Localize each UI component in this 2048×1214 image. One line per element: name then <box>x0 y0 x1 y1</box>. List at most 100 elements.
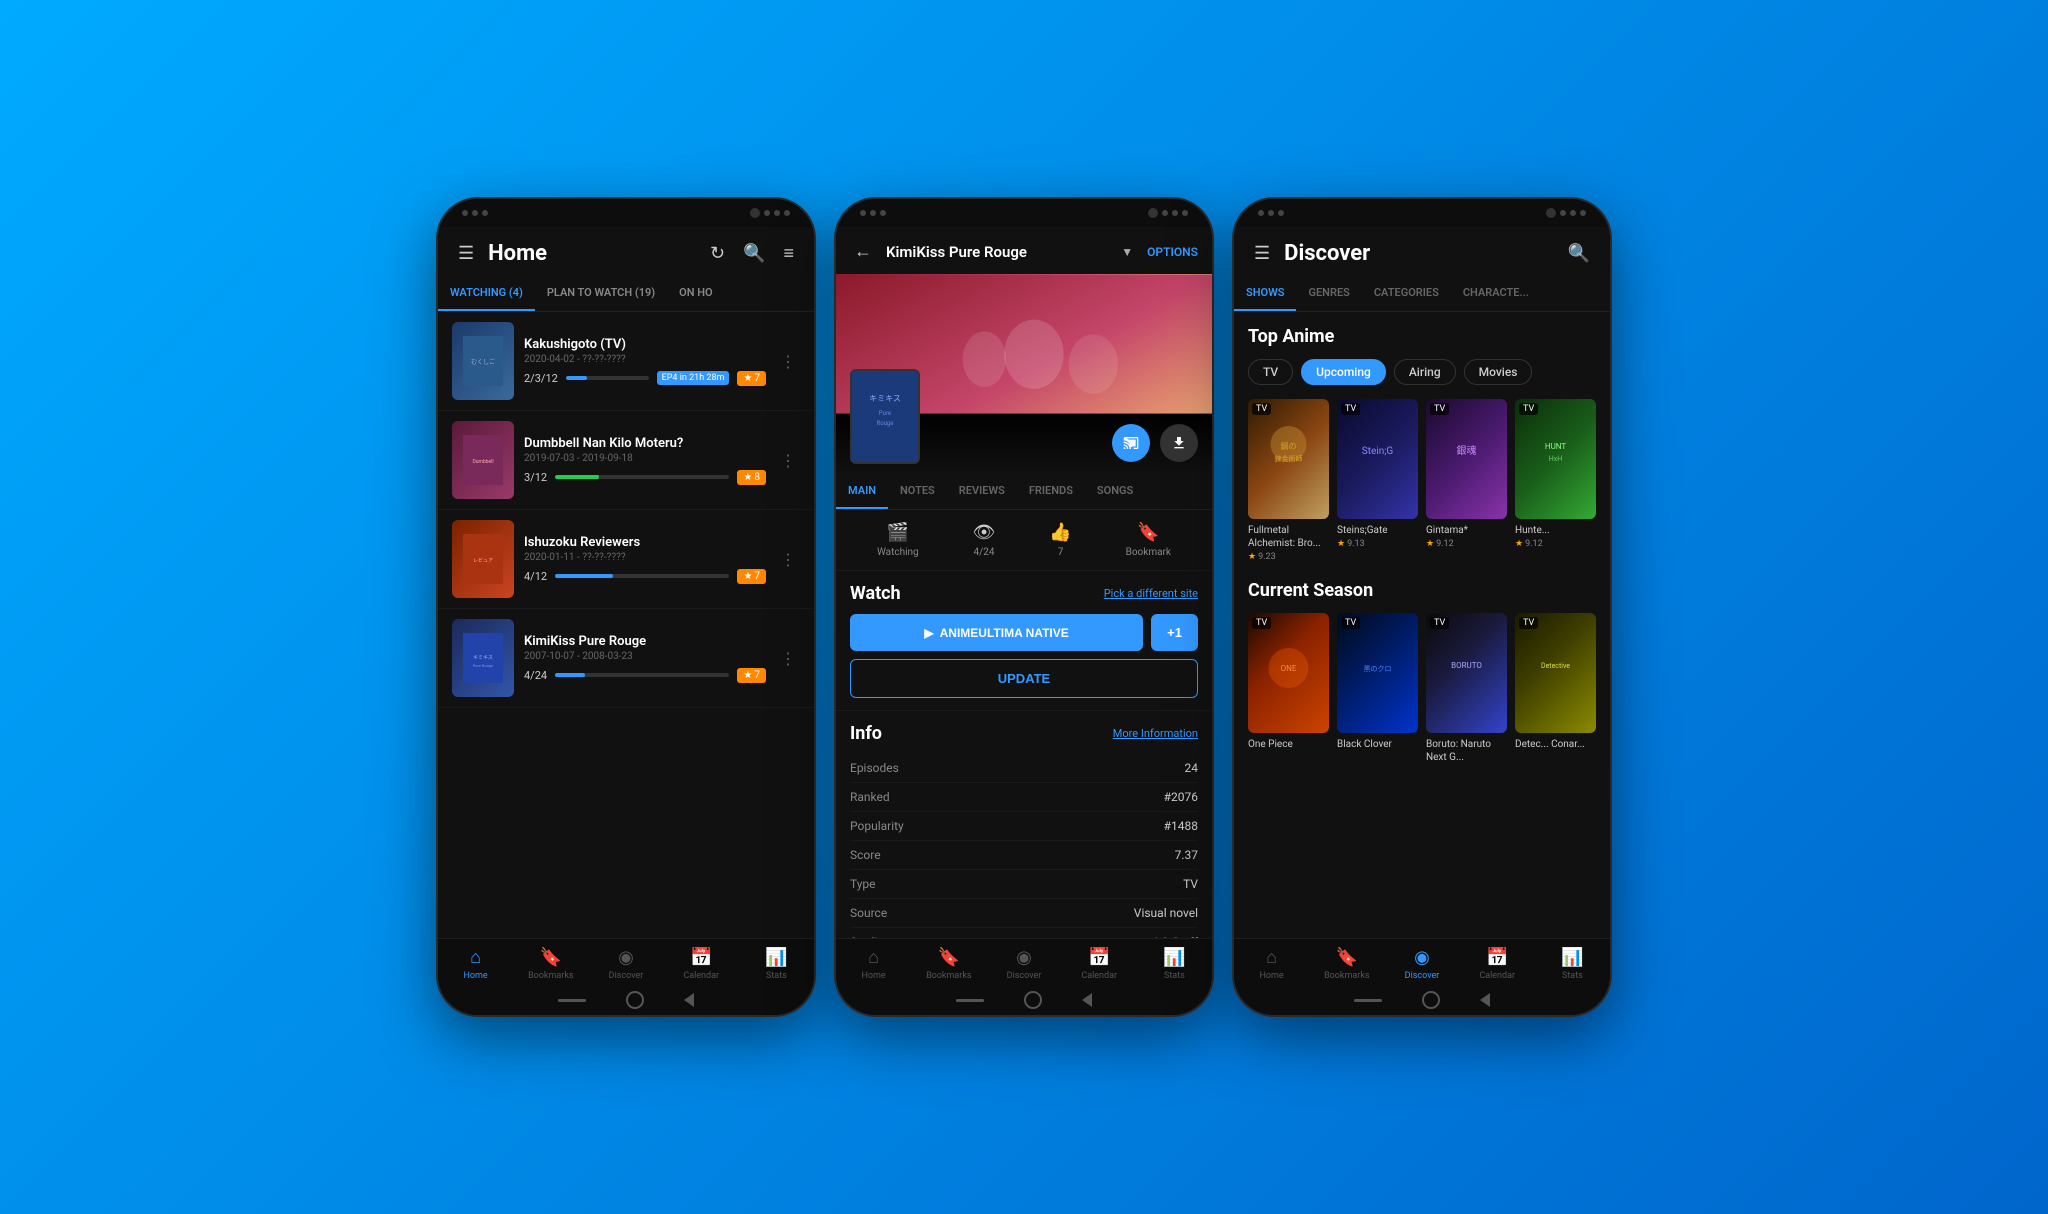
anime-card-boruto[interactable]: TV BORUTO Boruto: Naruto Next G... <box>1426 613 1507 766</box>
watch-plus-button[interactable]: +1 <box>1151 614 1198 651</box>
back-button[interactable] <box>684 993 694 1007</box>
tab-watching[interactable]: WATCHING (4) <box>438 276 535 311</box>
more-options-icon[interactable]: ⋮ <box>776 645 800 672</box>
card-image-hunter: TV HUNT HxH <box>1515 399 1596 519</box>
detective-svg: Detective <box>1515 613 1596 733</box>
tv-badge: TV <box>1252 617 1271 629</box>
dropdown-icon[interactable]: ▼ <box>1117 241 1137 263</box>
list-item[interactable]: むくしご Kakushigoto (TV) 2020-04-02 - ??-??… <box>438 312 814 411</box>
nav-home[interactable]: ⌂ Home <box>836 947 911 981</box>
tab-categories[interactable]: CATEGORIES <box>1362 276 1451 311</box>
info-key: Ranked <box>850 790 890 804</box>
discover-bottom-nav: ⌂ Home 🔖 Bookmarks ◉ Discover 📅 Calendar… <box>1234 938 1610 985</box>
tab-main[interactable]: MAIN <box>836 474 888 509</box>
tab-notes[interactable]: NOTES <box>888 474 947 509</box>
nav-discover[interactable]: ◉ Discover <box>986 947 1061 981</box>
notch-dot <box>860 210 866 216</box>
pick-site-link[interactable]: Pick a different site <box>1104 587 1198 600</box>
more-options-icon[interactable]: ⋮ <box>776 447 800 474</box>
search-icon[interactable]: 🔍 <box>739 239 769 268</box>
phone-bottom-bar <box>836 985 1212 1015</box>
cast-button[interactable] <box>1112 424 1150 462</box>
anime-card-fma[interactable]: TV 鋼の 錬金術師 Fullmetal Alchemist: Bro... ★ <box>1248 399 1329 562</box>
home-button[interactable] <box>626 991 644 1009</box>
card-title-hunter: Hunte... <box>1515 524 1596 537</box>
nav-bookmarks-label: Bookmarks <box>528 971 573 981</box>
hamburger-icon[interactable]: ☰ <box>1250 239 1274 268</box>
top-anime-title: Top Anime <box>1248 326 1596 347</box>
tab-on-hold[interactable]: ON HO <box>667 276 724 311</box>
progress-bar-bg <box>555 475 729 479</box>
notch-dot <box>1570 210 1576 216</box>
home-button[interactable] <box>1024 991 1042 1009</box>
tab-reviews[interactable]: REVIEWS <box>947 474 1017 509</box>
chip-upcoming[interactable]: Upcoming <box>1301 359 1386 385</box>
nav-bookmarks[interactable]: 🔖 Bookmarks <box>911 947 986 981</box>
discover-tabs: SHOWS GENRES CATEGORIES CHARACTE... <box>1234 276 1610 312</box>
bottom-line-indicator <box>956 999 984 1002</box>
tab-shows[interactable]: SHOWS <box>1234 276 1296 311</box>
nav-stats[interactable]: 📊 Stats <box>1137 947 1212 981</box>
fma-svg: 鋼の 錬金術師 <box>1248 399 1329 519</box>
nav-discover[interactable]: ◉ Discover <box>588 947 663 981</box>
anime-card-detective[interactable]: TV Detective Detec... Conar... <box>1515 613 1596 766</box>
nav-stats[interactable]: 📊 Stats <box>739 947 814 981</box>
chip-movies[interactable]: Movies <box>1464 359 1533 385</box>
back-icon[interactable]: ← <box>850 237 876 266</box>
bookmark-icon: 🔖 <box>1137 522 1159 543</box>
nav-discover[interactable]: ◉ Discover <box>1384 947 1459 981</box>
notch-dot <box>482 210 488 216</box>
nav-home[interactable]: ⌂ Home <box>1234 947 1309 981</box>
score-badge: ★ 7 <box>737 668 766 683</box>
tab-genres[interactable]: GENRES <box>1296 276 1361 311</box>
nav-bookmarks[interactable]: 🔖 Bookmarks <box>1309 947 1384 981</box>
anime-card-onepiece[interactable]: TV ONE One Piece <box>1248 613 1329 766</box>
nav-calendar[interactable]: 📅 Calendar <box>1062 947 1137 981</box>
filter-icon[interactable]: ≡ <box>779 239 798 268</box>
list-item[interactable]: キミキスPure Rouge KimiKiss Pure Rouge 2007-… <box>438 609 814 708</box>
nav-stats[interactable]: 📊 Stats <box>1535 947 1610 981</box>
anime-card-blackclover[interactable]: TV 黒のクロ Black Clover <box>1337 613 1418 766</box>
anime-dates: 2020-04-02 - ??-??-???? <box>524 354 766 365</box>
refresh-icon[interactable]: ↻ <box>706 239 729 268</box>
tab-characters[interactable]: CHARACTE... <box>1451 276 1541 311</box>
nav-calendar[interactable]: 📅 Calendar <box>664 947 739 981</box>
anime-thumb-dumbbell: Dumbbell <box>452 421 514 499</box>
info-val: 24 <box>1185 761 1199 775</box>
search-icon[interactable]: 🔍 <box>1564 239 1594 268</box>
back-button[interactable] <box>1082 993 1092 1007</box>
info-key: Type <box>850 877 876 891</box>
tab-friends[interactable]: FRIENDS <box>1017 474 1085 509</box>
back-button[interactable] <box>1480 993 1490 1007</box>
chip-tv[interactable]: TV <box>1248 359 1293 385</box>
list-item[interactable]: レビュア Ishuzoku Reviewers 2020-01-11 - ??-… <box>438 510 814 609</box>
more-options-icon[interactable]: ⋮ <box>776 348 800 375</box>
nav-calendar[interactable]: 📅 Calendar <box>1460 947 1535 981</box>
bookmark-stat[interactable]: 🔖 Bookmark <box>1126 522 1171 558</box>
tab-songs[interactable]: SONGS <box>1085 474 1145 509</box>
nav-home[interactable]: ⌂ Home <box>438 947 513 981</box>
like-icon: 👍 <box>1049 522 1071 543</box>
stats-icon: 📊 <box>765 947 787 968</box>
home-button[interactable] <box>1422 991 1440 1009</box>
options-button[interactable]: OPTIONS <box>1147 245 1198 259</box>
chip-airing[interactable]: Airing <box>1394 359 1456 385</box>
anime-card-gintama[interactable]: TV 銀魂 Gintama* ★ 9.12 <box>1426 399 1507 562</box>
download-button[interactable] <box>1160 424 1198 462</box>
more-info-link[interactable]: More Information <box>1113 727 1198 740</box>
stats-icon: 📊 <box>1561 947 1583 968</box>
tab-plan-to-watch[interactable]: PLAN TO WATCH (19) <box>535 276 667 311</box>
nav-bookmarks[interactable]: 🔖 Bookmarks <box>513 947 588 981</box>
discover-header: ☰ Discover 🔍 <box>1234 227 1610 276</box>
hamburger-icon[interactable]: ☰ <box>454 239 478 268</box>
anime-card-steins[interactable]: TV Stein;G Steins;Gate ★ 9.13 <box>1337 399 1418 562</box>
more-options-icon[interactable]: ⋮ <box>776 546 800 573</box>
update-button[interactable]: UPDATE <box>850 659 1198 698</box>
watch-main-button[interactable]: ▶ ANIMEULTIMA NATIVE <box>850 614 1143 651</box>
likes-stat[interactable]: 👍 7 <box>1049 522 1071 558</box>
card-title-detective: Detec... Conar... <box>1515 738 1596 751</box>
anime-card-hunter[interactable]: TV HUNT HxH Hunte... ★ 9.12 <box>1515 399 1596 562</box>
nav-home-label: Home <box>861 971 885 981</box>
watching-label: Watching <box>877 547 919 558</box>
list-item[interactable]: Dumbbell Dumbbell Nan Kilo Moteru? 2019-… <box>438 411 814 510</box>
